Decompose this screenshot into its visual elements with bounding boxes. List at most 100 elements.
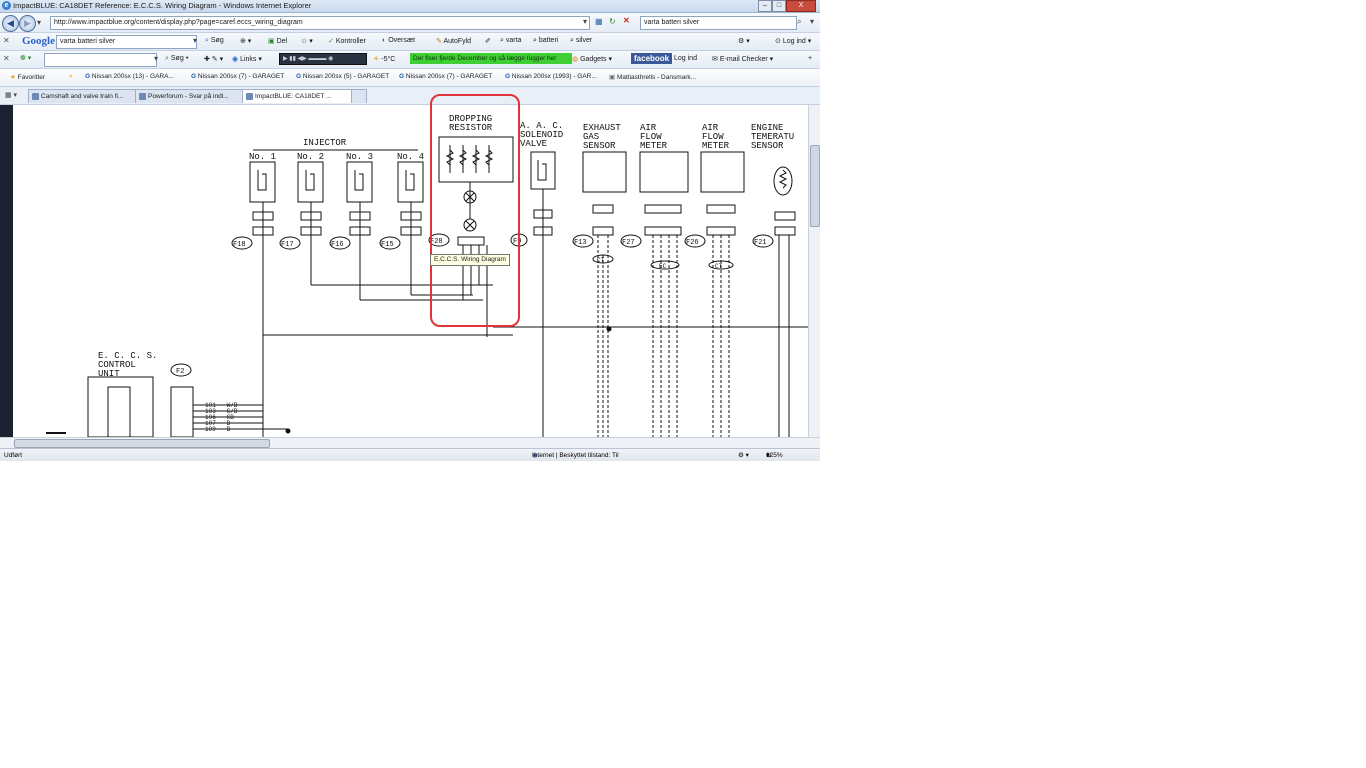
url-dropdown-icon[interactable]: ▾ [583, 17, 587, 26]
eccs-wiring-diagram: INJECTOR No. 1 No. 2 No. 3 No. 4 DROPPIN… [46, 114, 809, 437]
toolbar2-close-icon[interactable]: ✕ [3, 54, 10, 63]
term-batteri-button[interactable]: ⌕ batteri [533, 37, 558, 45]
search-icon[interactable]: ⌕ [797, 17, 801, 27]
vertical-scrollbar[interactable] [808, 105, 820, 437]
tab-label: ImpactBLUE: CA18DET ... [255, 93, 332, 100]
minimize-button[interactable]: – [758, 0, 772, 12]
status-text: Udført [4, 452, 23, 459]
favorite-link-2[interactable]: G Nissan 200sx (7) - GARAGET [191, 73, 284, 80]
injector-2-label: No. 2 [297, 152, 324, 162]
tab-impactblue[interactable]: ImpactBLUE: CA18DET ...✕ [242, 89, 362, 103]
add-favorite-icon[interactable]: ⭑ [69, 73, 73, 81]
favorites-button[interactable]: ★ Favoritter [10, 73, 45, 81]
tab-label: Powerforum - Svar på indl... [148, 93, 229, 100]
engine-temp-label-3: SENSOR [751, 141, 784, 151]
favorite-label: Mattiasthrells - Dansmark... [616, 74, 697, 81]
wrench-icon[interactable]: ⚙ ▾ [738, 37, 750, 45]
toolbar2-nav-icons[interactable]: ✚ ✎ ▾ [204, 55, 223, 63]
highlight-icon[interactable]: ✐ [485, 37, 491, 45]
tab-favicon-icon [246, 93, 253, 100]
google-search-dropdown-icon[interactable]: ▾ [193, 36, 197, 45]
injector-4-label: No. 4 [397, 152, 424, 162]
facebook-button[interactable]: facebook [631, 53, 673, 64]
zoom-control[interactable]: ⊕ 125% ▾ [766, 449, 783, 461]
tab-camshaft[interactable]: Camshaft and valve train fi... [28, 89, 146, 103]
toolbar2-search-button[interactable]: ⌕ Søg ▾ [165, 55, 189, 63]
site-icon: G [505, 73, 511, 80]
share-button[interactable]: ▣ Del [268, 37, 287, 45]
connector-f17: F17 [281, 241, 294, 249]
close-button[interactable]: X [786, 0, 816, 12]
toolbar-more-icon[interactable]: ⊕ ▾ [240, 37, 251, 45]
bookmarks-button[interactable]: ☆ ▾ [301, 37, 313, 45]
afm2-label-3: METER [702, 141, 730, 151]
favorite-link-5[interactable]: G Nissan 200sx (1993) - GAR... [505, 73, 597, 80]
tab-bar: ▦ ▾ Camshaft and valve train fi... Power… [0, 87, 820, 105]
share-icon: ▣ [268, 38, 275, 45]
url-field[interactable]: http://www.impactblue.org/content/displa… [50, 16, 590, 30]
maximize-button[interactable]: □ [772, 0, 786, 12]
horizontal-scroll-thumb[interactable] [14, 439, 270, 448]
favorites-star-icon: ★ [10, 74, 16, 81]
compatibility-icon[interactable]: ▦ [595, 17, 603, 26]
google-toolbar: ✕ Google varta batteri silver ▾ ⌕ Søg ⊕ … [0, 33, 820, 51]
google-search-field[interactable]: varta batteri silver [56, 35, 197, 49]
new-tab-button[interactable] [351, 89, 367, 103]
term-varta-button[interactable]: ⌕ varta [500, 37, 521, 45]
injector-title: INJECTOR [303, 138, 347, 148]
search-icon: ⌕ [165, 55, 169, 62]
sign-in-button[interactable]: ⊙ Log ind ▾ [775, 37, 811, 45]
favorite-link-6[interactable]: ▣ Mattiasthrells - Dansmark... [609, 73, 696, 81]
connector-f13: F13 [574, 239, 587, 247]
browser-window: e ImpactBLUE: CA18DET Reference: E.C.C.S… [0, 0, 820, 461]
tab-favicon-icon [139, 93, 146, 100]
term-silver-button[interactable]: ⌕ silver [570, 37, 592, 45]
favorite-link-4[interactable]: G Nissan 200sx (7) - GARAGET [399, 73, 492, 80]
toolbar2-search-label: Søg [170, 55, 184, 62]
injector-3-label: No. 3 [346, 152, 373, 162]
toolbar2-dropdown-icon[interactable]: ▾ [154, 54, 158, 63]
horizontal-scrollbar[interactable] [0, 437, 820, 448]
email-checker-button[interactable]: ✉ E-mail Checker ▾ [712, 55, 773, 63]
tab-favicon-icon [32, 93, 39, 100]
sign-in-icon: ⊙ [775, 38, 781, 45]
toolbar2-logo-icon[interactable]: ❁ ▾ [20, 54, 31, 62]
links-button[interactable]: ◉ Links ▾ [232, 55, 262, 63]
gadgets-icon: ◍ [572, 56, 579, 63]
toolbar2-add-icon[interactable]: + [808, 55, 812, 62]
connector-f26: F26 [686, 239, 699, 247]
tab-powerforum[interactable]: Powerforum - Svar på indl... [135, 89, 253, 103]
tab-label: Camshaft and valve train fi... [41, 93, 124, 100]
browser-search-field[interactable]: varta batteri silver [640, 16, 797, 30]
favorite-link-3[interactable]: G Nissan 200sx (5) - GARAGET [296, 73, 389, 80]
ticker-message[interactable]: Der fiser fjerde December og så lægge fu… [410, 53, 572, 64]
weather-widget[interactable]: ☀ -5°C [373, 55, 395, 63]
check-button[interactable]: ✓ Kontroller [328, 37, 366, 45]
recent-pages-dropdown-icon[interactable]: ▾ [37, 18, 41, 27]
quick-tabs-icon[interactable]: ▦ ▾ [5, 91, 17, 99]
search-options-icon[interactable]: ▾ [810, 17, 814, 26]
search-icon: ⌕ [205, 37, 209, 44]
vertical-scroll-thumb[interactable] [810, 145, 820, 227]
translate-button[interactable]: ◐ Oversæt [382, 37, 415, 44]
search-button[interactable]: ⌕ Søg [205, 37, 224, 45]
page-content: INJECTOR No. 1 No. 2 No. 3 No. 4 DROPPIN… [0, 105, 820, 437]
forward-button[interactable]: ▶ [19, 15, 36, 32]
globe-icon: ◉ [232, 56, 239, 63]
media-player-widget[interactable]: ▶ ▮▮ ◀▶ ▬▬▬ ◉ [279, 53, 367, 65]
protected-mode-icon[interactable]: ⚙ ▾ [738, 449, 749, 461]
stop-icon[interactable]: ✕ [623, 16, 630, 25]
gadgets-button[interactable]: ◍ Gadgets ▾ [572, 55, 612, 63]
back-button[interactable]: ◀ [2, 15, 19, 32]
connector-f18: F18 [233, 241, 246, 249]
zone-label: Internet | Beskyttet tilstand: Til [532, 452, 619, 459]
autofill-button[interactable]: ✎ AutoFyld [436, 37, 471, 45]
cable-label-ct-2: CT [715, 263, 723, 270]
connector-f21: F21 [754, 239, 767, 247]
refresh-icon[interactable]: ↻ [609, 17, 616, 26]
toolbar-close-icon[interactable]: ✕ [3, 36, 10, 45]
toolbar2-search-field[interactable] [44, 53, 157, 67]
facebook-login-link[interactable]: Log ind [674, 55, 697, 62]
cable-label-ec: EC [659, 263, 667, 270]
favorite-link-1[interactable]: G Nissan 200sx (13) - GARA... [85, 73, 174, 80]
